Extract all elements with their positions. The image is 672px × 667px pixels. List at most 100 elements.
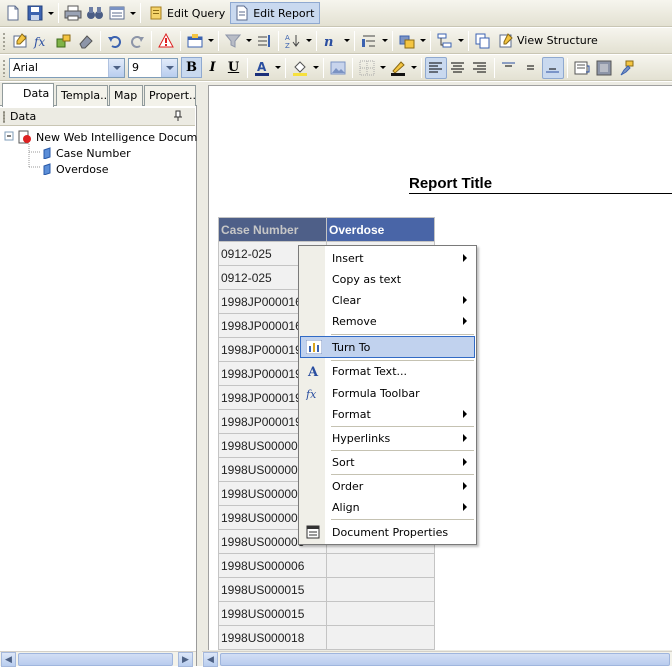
font-color-dropdown-arrow[interactable] [273,57,282,79]
menu-item-insert[interactable]: Insert [300,248,475,268]
formula-fx-icon[interactable]: fx [31,30,53,52]
menu-item-formula-toolbar[interactable]: fx Formula Toolbar [300,383,475,403]
scroll-left-arrow-icon[interactable]: ◀ [1,652,16,667]
sort-dropdown-arrow[interactable] [304,30,313,52]
tree-item-overdose[interactable]: Overdose [42,161,108,177]
structure-tree-dropdown-arrow[interactable] [456,30,465,52]
cell-overdose[interactable] [326,601,435,626]
find-binoculars-icon[interactable] [84,2,106,24]
tab-map[interactable]: Map [109,85,143,106]
print-icon[interactable] [62,2,84,24]
save-dropdown-arrow[interactable] [46,2,55,24]
undo-icon[interactable] [104,30,126,52]
calculation-icon[interactable]: n [320,30,342,52]
ranking-dropdown-arrow[interactable] [380,30,389,52]
menu-item-document-properties[interactable]: Document Properties [300,522,475,542]
panel-grip[interactable] [3,111,5,123]
ranking-icon[interactable] [358,30,380,52]
break-icon[interactable] [253,30,275,52]
align-bottom-icon[interactable] [542,56,564,79]
view-structure-button[interactable]: View Structure [494,30,603,52]
menu-item-format-text[interactable]: A Format Text... [300,361,475,381]
italic-icon[interactable]: I [202,57,223,78]
cell-overdose[interactable] [326,625,435,650]
border-color-dropdown-arrow[interactable] [409,57,418,79]
insert-cell-icon[interactable] [9,30,31,52]
edit-query-button[interactable]: Edit Query [144,2,230,24]
table-template-icon[interactable] [184,30,206,52]
bold-icon[interactable]: B [181,57,202,78]
column-header-case-number[interactable]: Case Number [218,217,327,242]
borders-dropdown-arrow[interactable] [378,57,387,79]
scroll-thumb[interactable] [220,653,670,666]
report-title[interactable]: Report Title [409,175,672,194]
menu-item-order[interactable]: Order [300,476,475,496]
tab-properties[interactable]: Propert.. [144,85,196,106]
background-image-icon[interactable] [327,57,349,79]
cell-padding-icon[interactable] [593,57,615,79]
font-family-select[interactable]: Arial [9,57,125,78]
tab-data[interactable]: Data [2,83,54,107]
menu-item-clear[interactable]: Clear [300,290,475,310]
toolbar-grip[interactable] [2,31,6,50]
align-right-icon[interactable] [469,57,491,79]
cell-case-number[interactable]: 1998US000018 [218,625,327,650]
format-painter-icon[interactable] [615,57,637,79]
font-family-dropdown-arrow[interactable] [108,58,124,77]
tree-root-document[interactable]: New Web Intelligence Document [16,129,215,145]
menu-item-align[interactable]: Align [300,497,475,517]
warning-icon[interactable] [155,30,177,52]
menu-item-format[interactable]: Format [300,404,475,424]
variable-editor-icon[interactable] [53,30,75,52]
edit-report-button[interactable]: Edit Report [230,2,320,24]
borders-icon[interactable] [356,57,378,79]
cell-case-number[interactable]: 1998US000015 [218,577,327,602]
fill-color-icon[interactable] [289,57,311,79]
align-middle-icon[interactable] [520,57,542,79]
report-horizontal-scrollbar[interactable]: ◀ [202,651,672,667]
scroll-thumb[interactable] [18,653,173,666]
menu-item-turn-to[interactable]: Turn To [300,336,475,358]
alerter-icon[interactable] [396,30,418,52]
scroll-right-arrow-icon[interactable]: ▶ [178,652,193,667]
align-center-icon[interactable] [447,57,469,79]
align-top-icon[interactable] [498,57,520,79]
cell-overdose[interactable] [326,553,435,578]
new-document-icon[interactable] [2,2,24,24]
menu-item-copy-as-text[interactable]: Copy as text [300,269,475,289]
underline-icon[interactable]: U [223,57,244,78]
tab-templates[interactable]: Templa.. [56,85,108,106]
cell-case-number[interactable]: 1998US000006 [218,553,327,578]
fill-color-dropdown-arrow[interactable] [311,57,320,79]
font-size-select[interactable]: 9 [128,57,178,78]
structure-tree-icon[interactable] [434,30,456,52]
table-template-dropdown-arrow[interactable] [206,30,215,52]
menu-item-remove[interactable]: Remove [300,311,475,331]
wrap-text-icon[interactable] [571,57,593,79]
align-left-icon[interactable] [425,56,447,79]
border-color-icon[interactable] [387,57,409,79]
view-mode-dropdown-arrow[interactable] [128,2,137,24]
filter-dropdown-arrow[interactable] [244,30,253,52]
pin-icon[interactable] [173,110,183,125]
left-panel-horizontal-scrollbar[interactable]: ◀ ▶ [0,651,196,667]
duplicate-icon[interactable] [472,30,494,52]
sort-icon[interactable]: AZ [282,30,304,52]
menu-item-hyperlinks[interactable]: Hyperlinks [300,428,475,448]
alerter-dropdown-arrow[interactable] [418,30,427,52]
scroll-left-arrow-icon[interactable]: ◀ [203,652,218,667]
cell-case-number[interactable]: 1998US000015 [218,601,327,626]
tree-item-case-number[interactable]: Case Number [42,145,131,161]
eraser-icon[interactable] [75,30,97,52]
column-header-overdose[interactable]: Overdose [326,217,435,242]
menu-item-sort[interactable]: Sort [300,452,475,472]
save-icon[interactable] [24,2,46,24]
redo-icon[interactable] [126,30,148,52]
font-size-dropdown-arrow[interactable] [161,58,177,77]
font-color-icon[interactable]: A [251,57,273,79]
filter-icon[interactable] [222,30,244,52]
calculation-dropdown-arrow[interactable] [342,30,351,52]
cell-overdose[interactable] [326,577,435,602]
view-mode-icon[interactable] [106,2,128,24]
toolbar-grip[interactable] [2,58,6,77]
